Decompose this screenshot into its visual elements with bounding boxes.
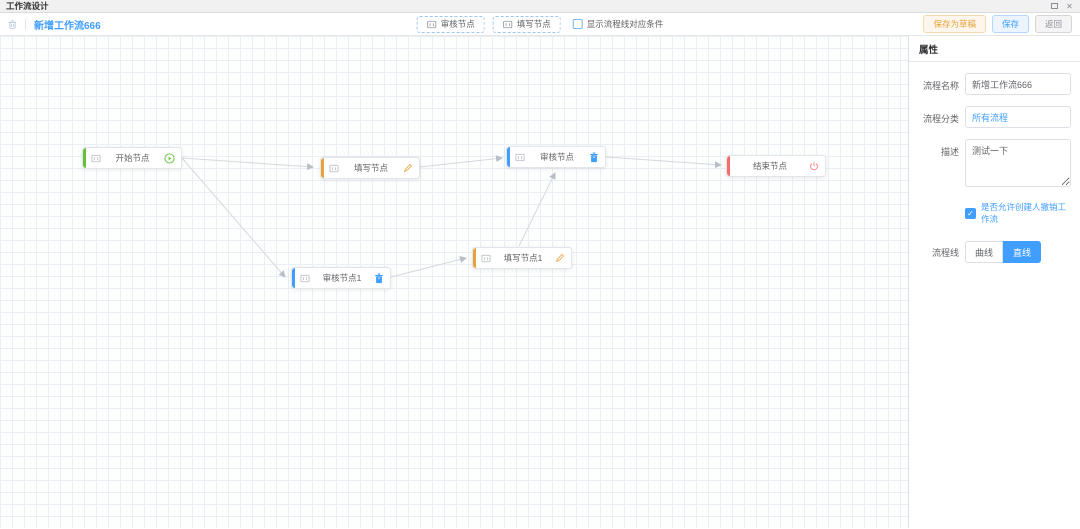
play-icon[interactable] [164, 153, 175, 164]
add-fill-node-label: 填写节点 [517, 18, 551, 30]
allow-revoke-label: 是否允许创建人撤销工作流 [981, 201, 1072, 225]
node-label: 开始节点 [105, 152, 160, 164]
window-title: 工作流设计 [6, 0, 49, 12]
node-color-bar [321, 158, 324, 178]
description-field-label: 描述 [913, 139, 959, 158]
show-condition-checkbox[interactable] [573, 19, 583, 29]
node-color-bar [83, 148, 86, 168]
card-icon [329, 164, 339, 173]
add-review-node-label: 审核节点 [441, 18, 475, 30]
show-condition-label: 显示流程线对应条件 [587, 18, 664, 30]
edge-start-fill [182, 158, 313, 167]
toolbar-divider [25, 19, 26, 30]
node-color-bar [727, 156, 730, 176]
add-fill-node-button[interactable]: 填写节点 [493, 16, 561, 33]
description-textarea[interactable]: 测试一下 [965, 139, 1071, 187]
pencil-icon[interactable] [403, 163, 413, 173]
node-label: 填写节点 [343, 162, 399, 174]
node-label: 结束节点 [735, 160, 805, 172]
node-chip-icon [427, 20, 437, 29]
toolbar: 新增工作流666 审核节点 填写节点 显示流程线对应条件 保存为草稿 保存 返回 [0, 13, 1080, 36]
category-select[interactable]: 所有流程 [965, 106, 1071, 128]
node-label: 填写节点1 [495, 252, 551, 264]
flow-node-fill1[interactable]: 填写节点1 [472, 247, 572, 269]
allow-revoke-checkbox[interactable]: ✓ [965, 208, 976, 219]
node-color-bar [473, 248, 476, 268]
pencil-icon[interactable] [555, 253, 565, 263]
name-input[interactable] [965, 73, 1071, 95]
card-icon [481, 254, 491, 263]
maximize-icon[interactable] [1050, 2, 1059, 11]
save-draft-button[interactable]: 保存为草稿 [923, 15, 986, 33]
curve-line-button[interactable]: 曲线 [965, 241, 1003, 263]
window-titlebar: 工作流设计 ✕ [0, 0, 1080, 13]
edge-layer [0, 36, 908, 528]
line-type-toggle: 曲线 直线 [965, 241, 1041, 263]
node-color-bar [292, 268, 295, 288]
workflow-canvas[interactable]: 开始节点 填写节点 审核节点 [0, 36, 908, 528]
flow-node-review1[interactable]: 审核节点1 [291, 267, 391, 289]
card-icon [515, 153, 525, 162]
flow-node-end[interactable]: 结束节点 [726, 155, 826, 177]
node-label: 审核节点1 [314, 272, 370, 284]
panel-title: 属性 [909, 36, 1080, 62]
flow-node-fill[interactable]: 填写节点 [320, 157, 420, 179]
flow-node-review[interactable]: 审核节点 [506, 146, 606, 168]
properties-panel: 属性 流程名称 流程分类 所有流程 描述 测试一下 ✓ 是否允许创建人撤销工作流… [908, 36, 1080, 528]
line-type-label: 流程线 [913, 246, 959, 259]
edge-review1-fill1 [391, 258, 466, 277]
name-field-label: 流程名称 [913, 73, 959, 92]
delete-workflow-icon[interactable] [8, 20, 17, 29]
power-icon[interactable] [809, 161, 819, 172]
add-review-node-button[interactable]: 审核节点 [417, 16, 485, 33]
node-chip-icon [503, 20, 513, 29]
workflow-name[interactable]: 新增工作流666 [34, 17, 101, 32]
straight-line-button[interactable]: 直线 [1003, 241, 1041, 263]
edge-review-end [606, 157, 721, 165]
category-field-label: 流程分类 [913, 106, 959, 125]
card-icon [91, 154, 101, 163]
trash-icon[interactable] [589, 152, 599, 163]
flow-node-start[interactable]: 开始节点 [82, 147, 182, 169]
close-icon[interactable]: ✕ [1065, 2, 1074, 11]
edge-fill-review [420, 158, 502, 167]
back-button[interactable]: 返回 [1035, 15, 1072, 33]
card-icon [300, 274, 310, 283]
node-color-bar [507, 147, 510, 167]
edge-fill1-review [519, 173, 555, 246]
save-button[interactable]: 保存 [992, 15, 1029, 33]
trash-icon[interactable] [374, 273, 384, 284]
edge-start-review1 [182, 158, 285, 277]
node-label: 审核节点 [529, 151, 585, 163]
